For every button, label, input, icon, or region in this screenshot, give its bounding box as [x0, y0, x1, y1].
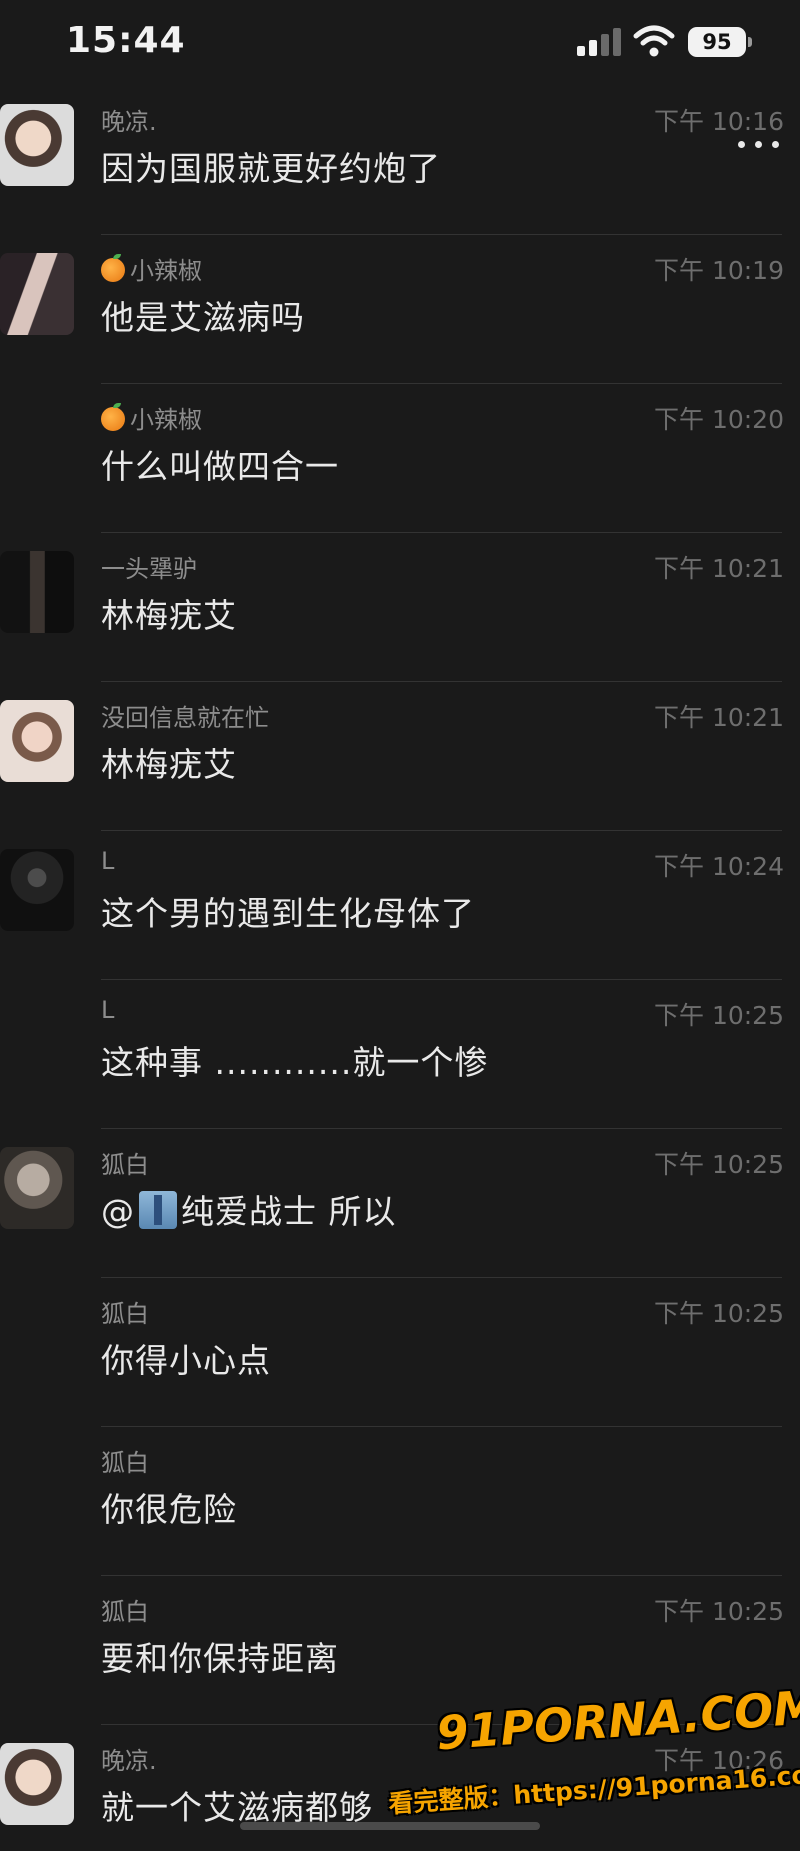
- sender-name-text: 小辣椒: [130, 257, 202, 285]
- message-item[interactable]: 狐白 下午 10:25 你得小心点: [0, 1278, 800, 1427]
- sender-name: 狐白: [101, 1598, 149, 1626]
- chat-history-screen: 15:44 95 晚凉. 下午 10:16 因为国服就更好约炮了 小辣椒 下午 …: [0, 0, 800, 1851]
- avatar[interactable]: [0, 253, 74, 335]
- message-text: 林梅疣艾: [101, 596, 237, 635]
- message-item[interactable]: 小辣椒 下午 10:20 什么叫做四合一: [0, 384, 800, 533]
- message-item[interactable]: 小辣椒 下午 10:19 他是艾滋病吗: [0, 235, 800, 384]
- watermark-caption: 看完整版：https://91porna16.com: [387, 1758, 800, 1819]
- message-time: 下午 10:21: [654, 703, 784, 732]
- sender-name: 狐白: [101, 1449, 149, 1477]
- message-text: 林梅疣艾: [101, 745, 237, 784]
- sender-name: 小辣椒: [101, 251, 202, 286]
- sender-name: 没回信息就在忙: [101, 704, 269, 732]
- message-time: 下午 10:25: [654, 1001, 784, 1030]
- message-text: 他是艾滋病吗: [101, 298, 305, 337]
- message-text: 要和你保持距离: [101, 1639, 339, 1678]
- message-text: @ 纯爱战士 所以: [101, 1185, 397, 1233]
- message-item[interactable]: L 下午 10:24 这个男的遇到生化母体了: [0, 831, 800, 980]
- orange-emoji-icon: [101, 254, 125, 282]
- battery-tip: [748, 37, 752, 47]
- sender-name: 一头犟驴: [101, 555, 197, 583]
- avatar[interactable]: [0, 551, 74, 633]
- message-item[interactable]: 一头犟驴 下午 10:21 林梅疣艾: [0, 533, 800, 682]
- sender-name: L: [101, 847, 115, 875]
- message-text: 你很危险: [101, 1490, 237, 1529]
- message-text: 你得小心点: [101, 1341, 271, 1380]
- status-bar: 15:44 95: [0, 0, 800, 90]
- sender-name-text: 小辣椒: [130, 406, 202, 434]
- message-item[interactable]: 没回信息就在忙 下午 10:21 林梅疣艾: [0, 682, 800, 831]
- home-indicator[interactable]: [240, 1822, 540, 1830]
- status-time: 15:44: [66, 20, 186, 61]
- battery-indicator: 95: [688, 27, 746, 57]
- message-time: 下午 10:25: [654, 1597, 784, 1626]
- message-text: 因为国服就更好约炮了: [101, 149, 441, 188]
- message-time: 下午 10:25: [654, 1150, 784, 1179]
- cellular-signal-icon: [577, 28, 621, 56]
- avatar[interactable]: [0, 700, 74, 782]
- sender-name: 狐白: [101, 1151, 149, 1179]
- sender-name: 小辣椒: [101, 400, 202, 435]
- sender-name: L: [101, 996, 115, 1024]
- avatar[interactable]: [0, 104, 74, 186]
- message-time: 下午 10:25: [654, 1299, 784, 1328]
- wifi-icon: [633, 25, 675, 57]
- sender-name: 狐白: [101, 1300, 149, 1328]
- mention-text: 纯爱战士 所以: [181, 1192, 397, 1231]
- message-text: 什么叫做四合一: [101, 447, 339, 486]
- sender-name: 晚凉.: [101, 108, 157, 136]
- watermark: 91PORNA.COM 看完整版：https://91porna16.com: [388, 1680, 800, 1843]
- suit-emoji-icon: [139, 1191, 177, 1229]
- orange-emoji-icon: [101, 403, 125, 431]
- sender-name: 晚凉.: [101, 1747, 157, 1775]
- avatar[interactable]: [0, 849, 74, 931]
- message-item[interactable]: 狐白 下午 10:25 @ 纯爱战士 所以: [0, 1129, 800, 1278]
- avatar[interactable]: [0, 1743, 74, 1825]
- message-time: 下午 10:21: [654, 554, 784, 583]
- message-text: 这个男的遇到生化母体了: [101, 894, 475, 933]
- message-item[interactable]: L 下午 10:25 这种事 ............就一个惨: [0, 980, 800, 1129]
- message-item[interactable]: 狐白 你很危险: [0, 1427, 800, 1576]
- message-time: 下午 10:19: [654, 256, 784, 285]
- mention-prefix: @: [101, 1192, 135, 1231]
- avatar[interactable]: [0, 1147, 74, 1229]
- message-time: 下午 10:16: [654, 107, 784, 136]
- message-item[interactable]: 晚凉. 下午 10:16 因为国服就更好约炮了: [0, 86, 800, 235]
- message-time: 下午 10:20: [654, 405, 784, 434]
- message-text: 这种事 ............就一个惨: [101, 1043, 489, 1082]
- message-time: 下午 10:24: [654, 852, 784, 881]
